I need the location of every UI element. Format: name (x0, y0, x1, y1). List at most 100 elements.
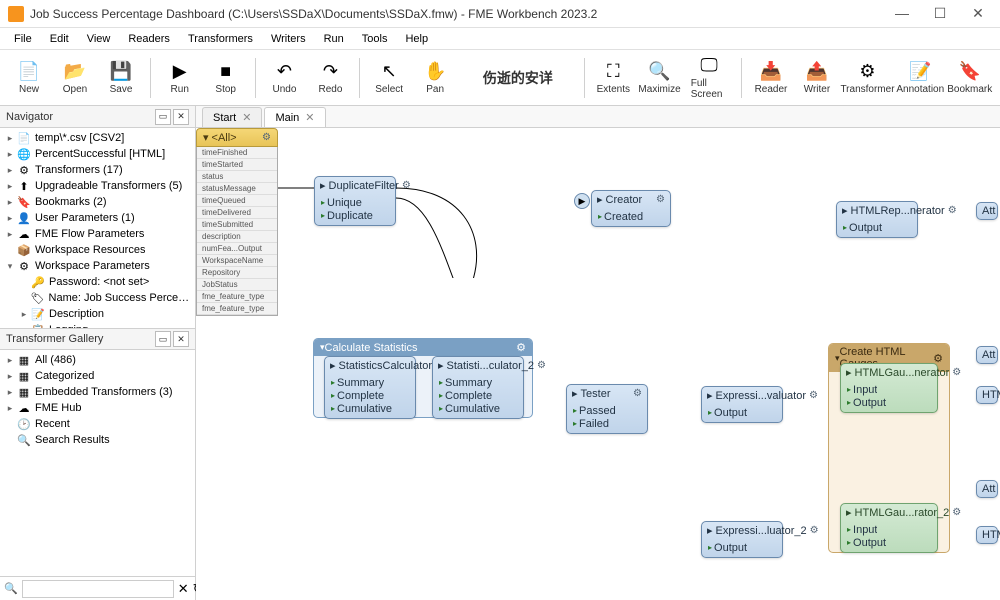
reader-attribute-row[interactable]: fme_feature_type (197, 303, 277, 315)
expand-icon[interactable]: ▸ (4, 371, 16, 382)
port[interactable]: ▸Output (845, 536, 933, 549)
tree-item[interactable]: 🕑Recent (0, 416, 195, 432)
tree-item[interactable]: ▸⚙Transformers (17) (0, 162, 195, 178)
menu-view[interactable]: View (79, 31, 119, 47)
tree-item[interactable]: ▸▦All (486) (0, 352, 195, 368)
port[interactable]: ▸Output (845, 396, 933, 409)
redo-button[interactable]: ↷Redo (309, 54, 351, 102)
panel-float-button[interactable]: ▭ (155, 109, 171, 125)
port[interactable]: ▸Summary (329, 376, 411, 389)
tree-item[interactable]: ▸☁FME Flow Parameters (0, 226, 195, 242)
reader-attribute-row[interactable]: timeFinished (197, 147, 277, 159)
port[interactable]: ▸Output (841, 221, 913, 234)
port[interactable]: ▸Complete (329, 389, 411, 402)
stats-calculator-node[interactable]: ▸StatisticsCalculator⚙ ▸Summary▸Complete… (324, 356, 416, 419)
tree-item[interactable]: 🔍Search Results (0, 432, 195, 448)
canvas[interactable]: ▾<All>⚙ timeFinishedtimeStartedstatussta… (196, 128, 1000, 600)
tree-item[interactable]: ▸▦Embedded Transformers (3) (0, 384, 195, 400)
tree-item[interactable]: ▾⚙Workspace Parameters (0, 258, 195, 274)
port[interactable]: ▸Input (845, 383, 933, 396)
port[interactable]: ▸Failed (571, 417, 643, 430)
tab-start[interactable]: Start✕ (202, 107, 262, 127)
tester-node[interactable]: ▸Tester⚙ ▸Passed▸Failed (566, 384, 648, 434)
bookmark-button[interactable]: 🔖Bookmark (948, 54, 992, 102)
reader-attribute-row[interactable]: status (197, 171, 277, 183)
tree-item[interactable]: 📦Workspace Resources (0, 242, 195, 258)
menu-transformers[interactable]: Transformers (180, 31, 261, 47)
panel-close-button[interactable]: ✕ (173, 331, 189, 347)
expand-icon[interactable]: ▸ (4, 387, 16, 398)
port[interactable]: ▸Input (845, 523, 933, 536)
expand-icon[interactable]: ▸ (4, 197, 16, 208)
tree-item[interactable]: ▸📝Description (0, 306, 195, 322)
annotation-button[interactable]: 📝Annotation (897, 54, 944, 102)
expand-icon[interactable]: ▸ (4, 181, 16, 192)
reader-attribute-row[interactable]: Repository (197, 267, 277, 279)
expr-eval-2-node[interactable]: ▸Expressi...luator_2⚙ ▸Output (701, 521, 783, 558)
panel-float-button[interactable]: ▭ (155, 331, 171, 347)
port[interactable]: ▸Cumulative (329, 402, 411, 415)
port[interactable]: ▸Passed (571, 404, 643, 417)
tree-item[interactable]: ▸▦Categorized (0, 368, 195, 384)
close-button[interactable]: ✕ (968, 5, 988, 22)
pan-button[interactable]: ✋Pan (414, 54, 456, 102)
run-button[interactable]: ▶Run (159, 54, 201, 102)
port[interactable]: ▸Duplicate (319, 209, 391, 222)
creator-node[interactable]: ▸Creator⚙ ▸Created (591, 190, 671, 227)
undo-button[interactable]: ↶Undo (263, 54, 305, 102)
extents-button[interactable]: ⛶Extents (592, 54, 634, 102)
open-button[interactable]: 📂Open (54, 54, 96, 102)
reader-attribute-row[interactable]: timeDelivered (197, 207, 277, 219)
port[interactable]: ▸Cumulative (437, 402, 519, 415)
port[interactable]: ▸Created (596, 210, 666, 223)
port[interactable]: ▸Summary (437, 376, 519, 389)
menu-help[interactable]: Help (397, 31, 436, 47)
htmlrep-node[interactable]: ▸HTMLRep...nerator⚙ ▸Output (836, 201, 918, 238)
minimize-button[interactable]: — (892, 5, 912, 22)
menu-edit[interactable]: Edit (42, 31, 77, 47)
reader-button[interactable]: 📥Reader (750, 54, 792, 102)
reader-attribute-row[interactable]: JobStatus (197, 279, 277, 291)
html-node-3[interactable]: HTML (976, 526, 998, 544)
tree-item[interactable]: ▸🔖Bookmarks (2) (0, 194, 195, 210)
reader-attribute-row[interactable]: description (197, 231, 277, 243)
stats-calculator-2-node[interactable]: ▸Statisti...culator_2⚙ ▸Summary▸Complete… (432, 356, 524, 419)
writer-button[interactable]: 📤Writer (796, 54, 838, 102)
panel-close-button[interactable]: ✕ (173, 109, 189, 125)
fullscreen-button[interactable]: 🖵Full Screen (685, 54, 733, 102)
clear-search-button[interactable]: ✕ (178, 580, 189, 598)
expr-eval-node[interactable]: ▸Expressi...valuator⚙ ▸Output (701, 386, 783, 423)
menu-writers[interactable]: Writers (263, 31, 314, 47)
gallery-tree[interactable]: ▸▦All (486)▸▦Categorized▸▦Embedded Trans… (0, 350, 195, 576)
expand-icon[interactable]: ▸ (4, 133, 16, 144)
expand-icon[interactable]: ▸ (18, 309, 30, 320)
tree-item[interactable]: ▸👤User Parameters (1) (0, 210, 195, 226)
tree-item[interactable]: 🏷Name: Job Success Percen... (0, 290, 195, 306)
menu-file[interactable]: File (6, 31, 40, 47)
navigator-tree[interactable]: ▸📄temp\*.csv [CSV2]▸🌐PercentSuccessful [… (0, 128, 195, 328)
tree-item[interactable]: ▸☁FME Hub (0, 400, 195, 416)
tree-item[interactable]: ▸📄temp\*.csv [CSV2] (0, 130, 195, 146)
expand-icon[interactable]: ▸ (4, 403, 16, 414)
reader-node[interactable]: ▾<All>⚙ timeFinishedtimeStartedstatussta… (196, 128, 278, 316)
port[interactable]: ▸Output (706, 406, 778, 419)
creator-run-icon[interactable]: ▶ (574, 193, 590, 209)
tab-close-icon[interactable]: ✕ (242, 111, 251, 124)
reader-attribute-row[interactable]: fme_feature_type (197, 291, 277, 303)
tree-item[interactable]: 🔑Password: <not set> (0, 274, 195, 290)
att-node-1[interactable]: Att (976, 202, 998, 220)
port[interactable]: ▸Complete (437, 389, 519, 402)
reader-attribute-row[interactable]: timeSubmitted (197, 219, 277, 231)
search-input[interactable] (22, 580, 174, 598)
tab-close-icon[interactable]: ✕ (305, 111, 314, 124)
maximize-button[interactable]: 🔍Maximize (638, 54, 680, 102)
reader-attribute-row[interactable]: numFea...Output (197, 243, 277, 255)
att-node-3[interactable]: Att (976, 480, 998, 498)
menu-run[interactable]: Run (316, 31, 352, 47)
stop-button[interactable]: ■Stop (205, 54, 247, 102)
menu-readers[interactable]: Readers (120, 31, 178, 47)
select-button[interactable]: ↖Select (368, 54, 410, 102)
tab-main[interactable]: Main✕ (264, 107, 325, 127)
expand-icon[interactable]: ▸ (4, 229, 16, 240)
port[interactable]: ▸Output (706, 541, 778, 554)
